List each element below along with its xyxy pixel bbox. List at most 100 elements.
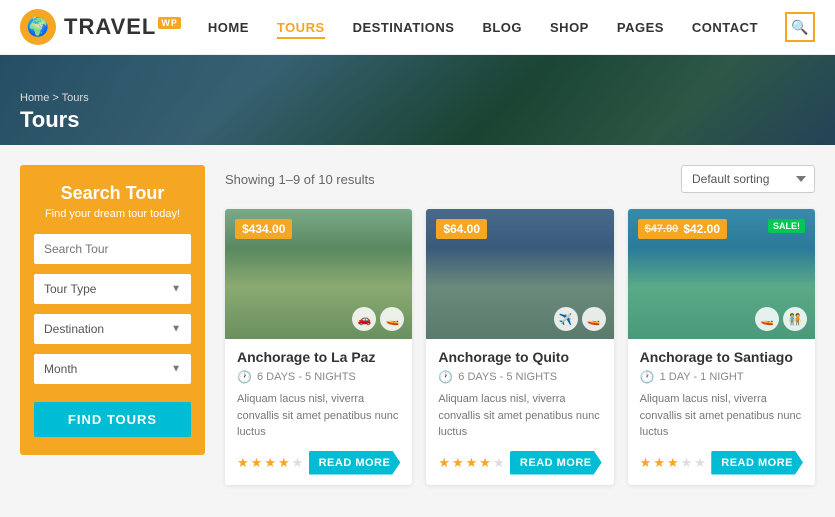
card-icons: ✈️🚤 [554,307,606,331]
sidebar: Search Tour Find your dream tour today! … [20,165,205,485]
card-body: Anchorage to Quito 🕐 6 DAYS - 5 NIGHTS A… [426,339,613,485]
widget-title: Search Tour [34,183,191,204]
search-button[interactable]: 🔍 [785,12,815,42]
duration-text: 6 DAYS - 5 NIGHTS [458,371,557,383]
breadcrumb: Home > Tours [20,92,89,104]
star-icon: ★ [292,455,304,471]
star-rating: ★★★★★ [237,455,303,471]
destination-wrapper: DestinationAlaskaEcuadorChile ▼ [34,314,191,344]
nav-item-blog[interactable]: BLOG [482,20,522,35]
header: 🌍 TRAVELWP HOME TOURS DESTINATIONS BLOG SHOP… [0,0,835,55]
tour-description: Aliquam lacus nisl, viverra convallis si… [640,391,803,441]
read-more-button[interactable]: READ MORE [711,451,803,475]
tour-title: Anchorage to La Paz [237,349,400,365]
hero-overlay [0,55,835,145]
star-icon: ★ [438,455,450,471]
read-more-button[interactable]: READ MORE [309,451,401,475]
clock-icon: 🕐 [237,370,252,384]
clock-icon: 🕐 [438,370,453,384]
hero-content: Home > Tours Tours [20,92,89,133]
tour-price: $47.00 $42.00 [638,219,727,239]
star-icon: ★ [251,455,263,471]
sort-select[interactable]: Default sortingSort by popularitySort by… [681,165,815,193]
card-icons: 🚗🚤 [352,307,404,331]
star-icon: ★ [479,455,491,471]
hero-banner: Home > Tours Tours [0,55,835,145]
tour-description: Aliquam lacus nisl, viverra convallis si… [438,391,601,441]
tour-title: Anchorage to Santiago [640,349,803,365]
nav-item-pages[interactable]: PAGES [617,20,664,35]
month-select[interactable]: MonthJanuaryFebruaryMarch [34,354,191,384]
nav-item-home[interactable]: HOME [208,20,249,35]
tour-description: Aliquam lacus nisl, viverra convallis si… [237,391,400,441]
tour-card: $64.00 ✈️🚤 Anchorage to Quito 🕐 6 DAYS -… [426,209,613,485]
tour-feature-icon: 🚤 [380,307,404,331]
tour-duration: 🕐 1 DAY - 1 NIGHT [640,370,803,384]
star-icon: ★ [681,455,693,471]
star-icon: ★ [653,455,665,471]
tour-card: $47.00 $42.00 SALE! 🚤🧑‍🤝‍🧑 Anchorage to … [628,209,815,485]
nav-item-destinations[interactable]: DESTINATIONS [353,20,455,35]
sale-badge: SALE! [768,219,805,233]
month-wrapper: MonthJanuaryFebruaryMarch ▼ [34,354,191,384]
new-price: $42.00 [683,222,720,236]
find-tours-button[interactable]: FIND TOURS [34,402,191,437]
star-icon: ★ [694,455,706,471]
star-icon: ★ [640,455,652,471]
nav-item-contact[interactable]: CONTACT [692,20,758,35]
tour-feature-icon: 🚤 [582,307,606,331]
star-icon: ★ [278,455,290,471]
tour-feature-icon: 🚗 [352,307,376,331]
duration-text: 6 DAYS - 5 NIGHTS [257,371,356,383]
tours-grid: $434.00 🚗🚤 Anchorage to La Paz 🕐 6 DAYS … [225,209,815,485]
card-icons: 🚤🧑‍🤝‍🧑 [755,307,807,331]
main-nav: HOMETOURSDESTINATIONSBLOGSHOPPAGESCONTAC… [208,19,758,35]
destination-select[interactable]: DestinationAlaskaEcuadorChile [34,314,191,344]
tour-price: $64.00 [436,219,487,239]
main-container: Search Tour Find your dream tour today! … [0,145,835,505]
logo-travel-text: TRAVEL [64,14,156,39]
results-count: Showing 1–9 of 10 results [225,172,375,187]
search-widget: Search Tour Find your dream tour today! … [20,165,205,455]
star-rating: ★★★★★ [438,455,504,471]
star-icon: ★ [237,455,249,471]
logo-icon: 🌍 [20,9,56,45]
logo: 🌍 TRAVELWP [20,9,181,45]
nav-item-shop[interactable]: SHOP [550,20,589,35]
tour-duration: 🕐 6 DAYS - 5 NIGHTS [237,370,400,384]
card-footer: ★★★★★ READ MORE [640,451,803,475]
card-image: $434.00 🚗🚤 [225,209,412,339]
tour-duration: 🕐 6 DAYS - 5 NIGHTS [438,370,601,384]
clock-icon: 🕐 [640,370,655,384]
read-more-button[interactable]: READ MORE [510,451,602,475]
search-input[interactable] [34,234,191,264]
tour-type-select[interactable]: Tour TypeAdventureCulturalBeach [34,274,191,304]
card-image: $47.00 $42.00 SALE! 🚤🧑‍🤝‍🧑 [628,209,815,339]
star-icon: ★ [667,455,679,471]
tour-feature-icon: ✈️ [554,307,578,331]
star-rating: ★★★★★ [640,455,706,471]
star-icon: ★ [264,455,276,471]
page-title: Tours [20,107,89,133]
duration-text: 1 DAY - 1 NIGHT [660,371,744,383]
tour-type-wrapper: Tour TypeAdventureCulturalBeach ▼ [34,274,191,304]
card-image: $64.00 ✈️🚤 [426,209,613,339]
star-icon: ★ [452,455,464,471]
tour-title: Anchorage to Quito [438,349,601,365]
old-price: $47.00 [645,223,679,235]
content-area: Showing 1–9 of 10 results Default sortin… [225,165,815,485]
star-icon: ★ [466,455,478,471]
logo-wp-badge: WP [158,17,181,29]
card-body: Anchorage to Santiago 🕐 1 DAY - 1 NIGHT … [628,339,815,485]
logo-text: TRAVELWP [64,14,181,40]
card-footer: ★★★★★ READ MORE [237,451,400,475]
widget-subtitle: Find your dream tour today! [34,208,191,220]
star-icon: ★ [493,455,505,471]
content-header: Showing 1–9 of 10 results Default sortin… [225,165,815,193]
nav-item-tours[interactable]: TOURS [277,20,325,39]
tour-price: $434.00 [235,219,292,239]
tour-feature-icon: 🚤 [755,307,779,331]
tour-feature-icon: 🧑‍🤝‍🧑 [783,307,807,331]
card-body: Anchorage to La Paz 🕐 6 DAYS - 5 NIGHTS … [225,339,412,485]
card-footer: ★★★★★ READ MORE [438,451,601,475]
